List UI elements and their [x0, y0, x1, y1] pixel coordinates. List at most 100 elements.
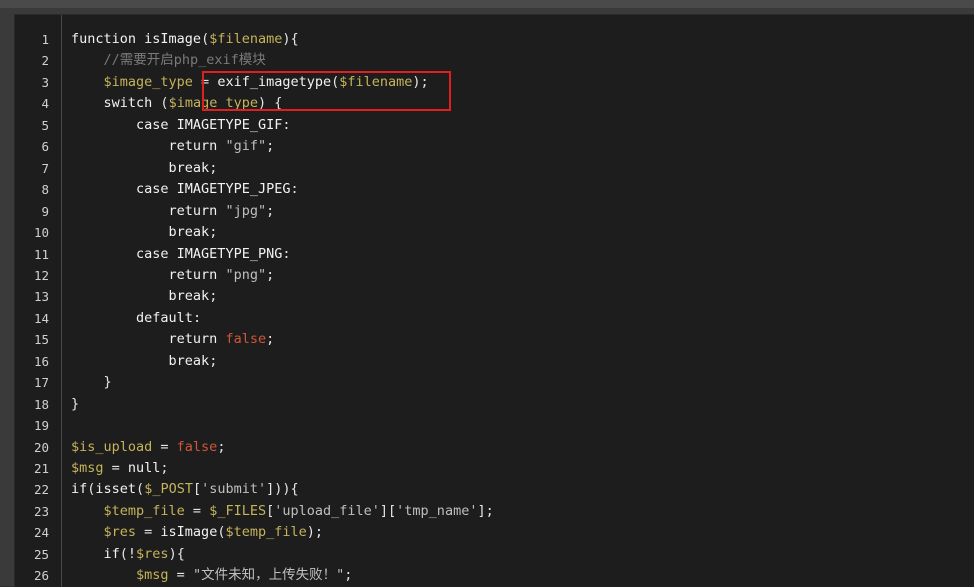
code-token: if [71, 481, 88, 498]
code-token: $msg [71, 460, 104, 476]
code-line[interactable]: if(isset($_POST['submit'])){ [71, 479, 974, 500]
code-token: ; [209, 224, 218, 241]
code-token: = [136, 524, 161, 541]
code-token: return [168, 266, 226, 283]
code-token: isImage [144, 31, 202, 47]
code-token: ; [209, 288, 218, 305]
code-token: = [168, 567, 193, 584]
code-line[interactable]: break; [71, 158, 974, 179]
line-number: 22 [33, 482, 49, 498]
code-line[interactable]: break; [71, 222, 974, 243]
code-token: 'upload_file' [274, 502, 380, 519]
line-number: 1 [41, 32, 49, 47]
code-line[interactable]: return false; [71, 329, 974, 350]
code-token: = [152, 438, 177, 455]
code-token: return [168, 331, 226, 348]
line-number: 20 [33, 439, 49, 455]
code-token: : [192, 309, 202, 326]
line-number: 12 [33, 267, 49, 283]
code-line[interactable]: function isImage($filename){ [71, 29, 974, 50]
code-token: //需要开启php_exif模块 [103, 52, 266, 69]
line-number: 5 [41, 117, 49, 133]
line-number: 6 [41, 139, 49, 155]
code-editor[interactable]: 1 2 3 4 5 6 7 8 9 10 11 12 13 14 15 16 17 18 19 20 21 22 23 24 2… [14, 14, 974, 587]
code-line[interactable]: $msg = null; [71, 458, 974, 479]
code-token: IMAGETYPE_GIF [176, 116, 283, 133]
code-token: switch [103, 95, 161, 112]
code-token: (! [119, 545, 137, 562]
code-token: ; [266, 138, 275, 155]
code-token: } [71, 395, 80, 412]
code-line[interactable]: return "gif"; [71, 136, 974, 157]
code-token: : [290, 181, 299, 198]
code-token: "文件未知，上传失败！" [192, 567, 345, 584]
code-token: isImage [160, 524, 218, 541]
code-token: ; [160, 460, 169, 476]
code-token: $_POST [144, 481, 193, 498]
code-token: "jpg" [225, 202, 267, 219]
line-number: 3 [41, 74, 49, 90]
code-line[interactable] [71, 415, 974, 436]
code-token: ; [209, 159, 218, 176]
code-token: 'tmp_name' [396, 502, 478, 519]
code-line[interactable]: if(!$res){ [71, 544, 974, 565]
code-line[interactable]: } [71, 394, 974, 415]
code-token: break [168, 224, 210, 241]
code-token: : [282, 245, 291, 262]
code-token: null [127, 460, 161, 476]
code-token: IMAGETYPE_JPEG [176, 181, 291, 198]
line-number: 7 [41, 160, 49, 176]
line-number: 24 [33, 525, 49, 541]
code-token: function [71, 31, 145, 47]
code-line[interactable]: return "jpg"; [71, 201, 974, 222]
code-token: ; [266, 266, 275, 283]
code-token: break [168, 288, 210, 305]
code-token: } [71, 374, 112, 391]
code-line[interactable]: $res = isImage($temp_file); [71, 522, 974, 543]
code-token: if [103, 545, 120, 562]
code-token: ( [136, 481, 145, 498]
line-number: 16 [33, 353, 49, 369]
code-token: IMAGETYPE_PNG [176, 245, 283, 262]
code-line[interactable]: break; [71, 351, 974, 372]
code-line[interactable]: $is_upload = false; [71, 437, 974, 458]
code-line[interactable]: //需要开启php_exif模块 [71, 50, 974, 71]
code-line[interactable]: default: [71, 308, 974, 329]
line-number: 9 [41, 203, 49, 219]
line-number: 8 [41, 182, 49, 198]
code-line[interactable]: case IMAGETYPE_JPEG: [71, 179, 974, 200]
code-token: break [168, 159, 210, 176]
code-line[interactable]: } [71, 372, 974, 393]
code-line[interactable]: case IMAGETYPE_GIF: [71, 115, 974, 136]
code-token: ); [306, 524, 324, 541]
line-number: 4 [41, 96, 49, 112]
code-token: $image_type [103, 73, 193, 90]
code-line[interactable]: break; [71, 286, 974, 307]
code-token: case [136, 116, 177, 133]
code-line[interactable]: $temp_file = $_FILES['upload_file']['tmp… [71, 501, 974, 522]
code-line[interactable]: case IMAGETYPE_PNG: [71, 244, 974, 265]
code-token: "gif" [225, 138, 267, 155]
code-line[interactable]: return "png"; [71, 265, 974, 286]
code-token: = [184, 502, 210, 519]
code-line[interactable]: $msg = "文件未知，上传失败！"; [71, 565, 974, 586]
code-token: break [168, 352, 210, 369]
code-token: = [103, 460, 128, 476]
code-token: "png" [225, 266, 267, 283]
line-number-gutter: 1 2 3 4 5 6 7 8 9 10 11 12 13 14 15 16 17 18 19 20 21 22 23 24 2… [15, 15, 62, 587]
code-token: ; [266, 202, 275, 219]
code-token: ; [217, 438, 226, 455]
code-token: $_FILES [209, 502, 267, 519]
